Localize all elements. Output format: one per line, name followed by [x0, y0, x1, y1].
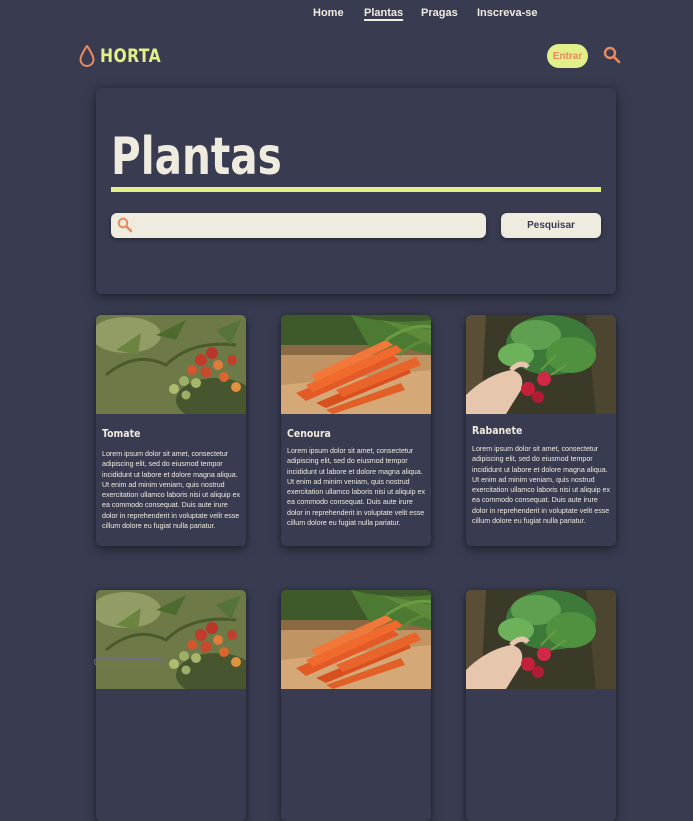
carrot-image — [281, 315, 431, 414]
tomato-image — [96, 315, 246, 414]
title-underline — [111, 187, 601, 192]
plant-card-rabanete[interactable]: Rabanete Lorem ipsum dolor sit amet, con… — [466, 315, 616, 546]
card-title: Cenoura — [287, 427, 331, 440]
nav-inscreva-se[interactable]: Inscreva-se — [477, 7, 538, 19]
card-title: Rabanete — [472, 424, 523, 437]
horizontal-scrollbar[interactable] — [94, 658, 163, 666]
carrot-image — [281, 590, 431, 689]
card-description: Lorem ipsum dolor sit amet, consectetur … — [102, 450, 241, 531]
nav-home[interactable]: Home — [313, 7, 344, 19]
brand-name: HORTA — [100, 45, 162, 67]
brand-logo[interactable]: HORTA — [79, 45, 175, 67]
page-title: Plantas — [111, 127, 282, 187]
nav-pragas[interactable]: Pragas — [421, 7, 458, 19]
search-field[interactable] — [111, 213, 486, 240]
tomato-image — [96, 590, 246, 689]
plant-card-tomate[interactable]: Tomate Lorem ipsum dolor sit amet, conse… — [96, 315, 246, 546]
search-button[interactable]: Pesquisar — [501, 213, 601, 238]
plant-card-rabanete[interactable] — [466, 590, 616, 821]
hero-panel: Plantas Pesquisar — [96, 88, 616, 294]
card-description: Lorem ipsum dolor sit amet, consectetur … — [472, 445, 611, 526]
search-input[interactable] — [137, 213, 481, 240]
search-icon — [117, 217, 133, 233]
plant-card-tomate[interactable] — [96, 590, 246, 821]
login-button[interactable]: Entrar — [547, 44, 588, 68]
water-drop-icon — [79, 45, 95, 67]
card-title: Tomate — [102, 427, 141, 440]
plant-card-cenoura[interactable]: Cenoura Lorem ipsum dolor sit amet, cons… — [281, 315, 431, 546]
radish-image — [466, 315, 616, 414]
nav-plantas[interactable]: Plantas — [364, 7, 403, 19]
plant-card-cenoura[interactable] — [281, 590, 431, 821]
card-description: Lorem ipsum dolor sit amet, consectetur … — [287, 447, 426, 528]
radish-image — [466, 590, 616, 689]
search-icon[interactable] — [603, 46, 621, 64]
